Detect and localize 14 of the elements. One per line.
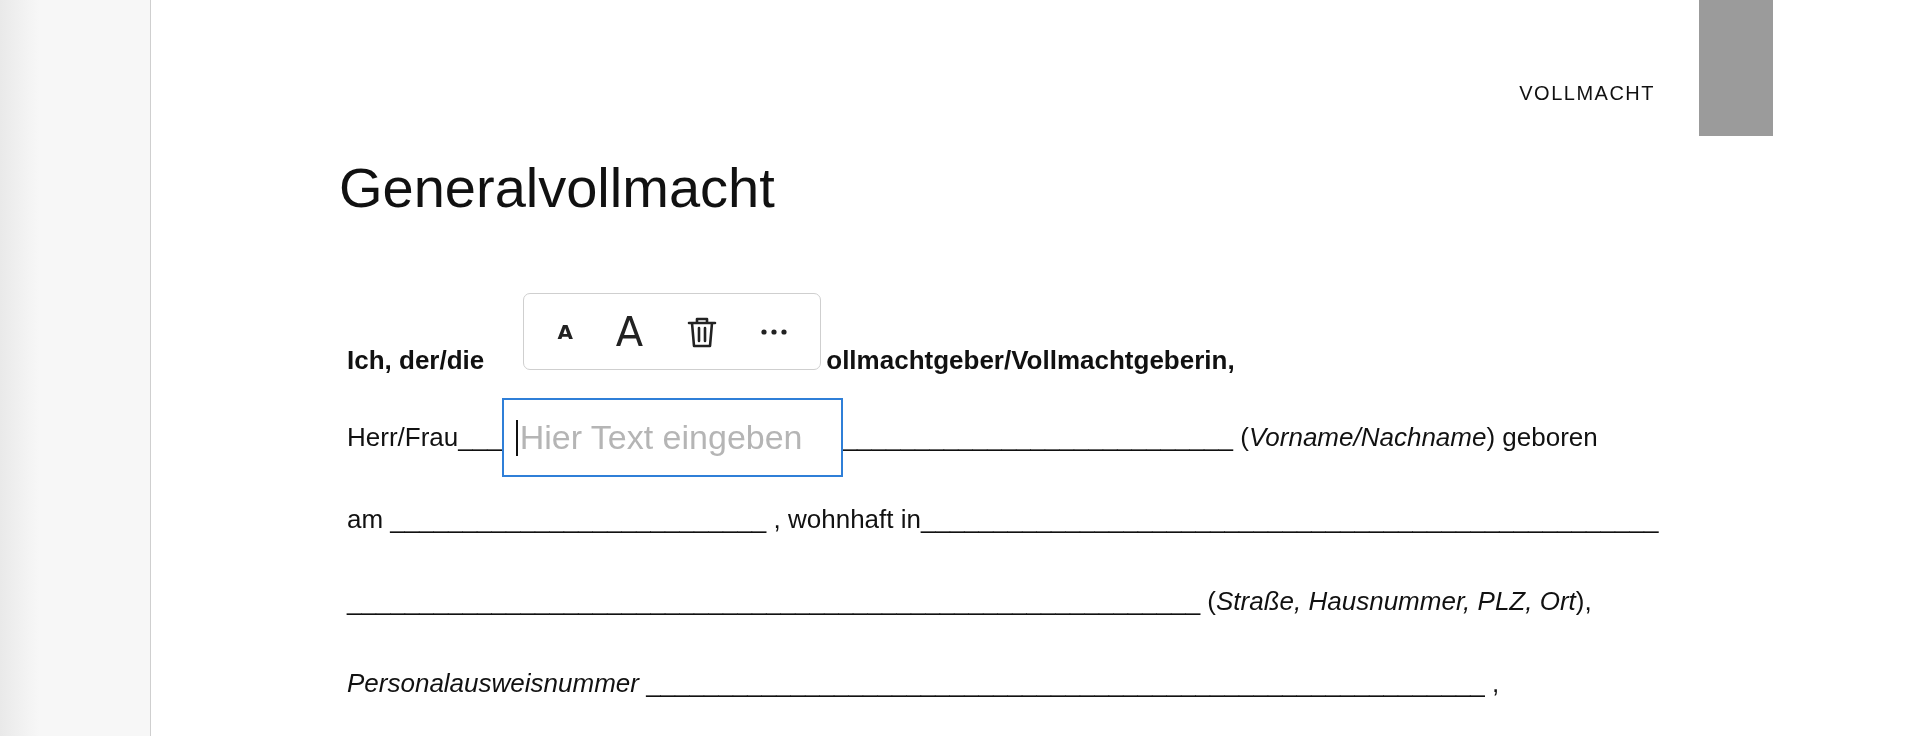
form-text: Personalausweisnummer __________________________________________________________ , bbox=[347, 667, 1500, 699]
form-text: ___________________________________________________________ (Straße, Hausnummer, PLZ, Ort), bbox=[347, 585, 1592, 617]
input-field[interactable]: Hier Text eingeben bbox=[501, 397, 843, 477]
more-icon bbox=[760, 328, 787, 335]
form-text: Herr/Frau___ bbox=[347, 421, 502, 453]
larger-text-button[interactable]: A bbox=[609, 304, 650, 359]
header-label: VOLLMACHT bbox=[1519, 82, 1655, 105]
text-cursor bbox=[515, 419, 518, 456]
smaller-text-button[interactable]: A bbox=[551, 315, 579, 348]
form-text: am __________________________ , wohnhaft in___________________________________________________ bbox=[347, 503, 1659, 535]
document-title: Generalvollmacht bbox=[339, 156, 776, 220]
intro-text: ollmachtgeber/Vollmachtgeberin, bbox=[826, 344, 1235, 376]
intro-text: Ich, der/die bbox=[347, 344, 485, 376]
form-text: ___________________________ (Vorname/Nachname) geboren bbox=[842, 421, 1598, 453]
